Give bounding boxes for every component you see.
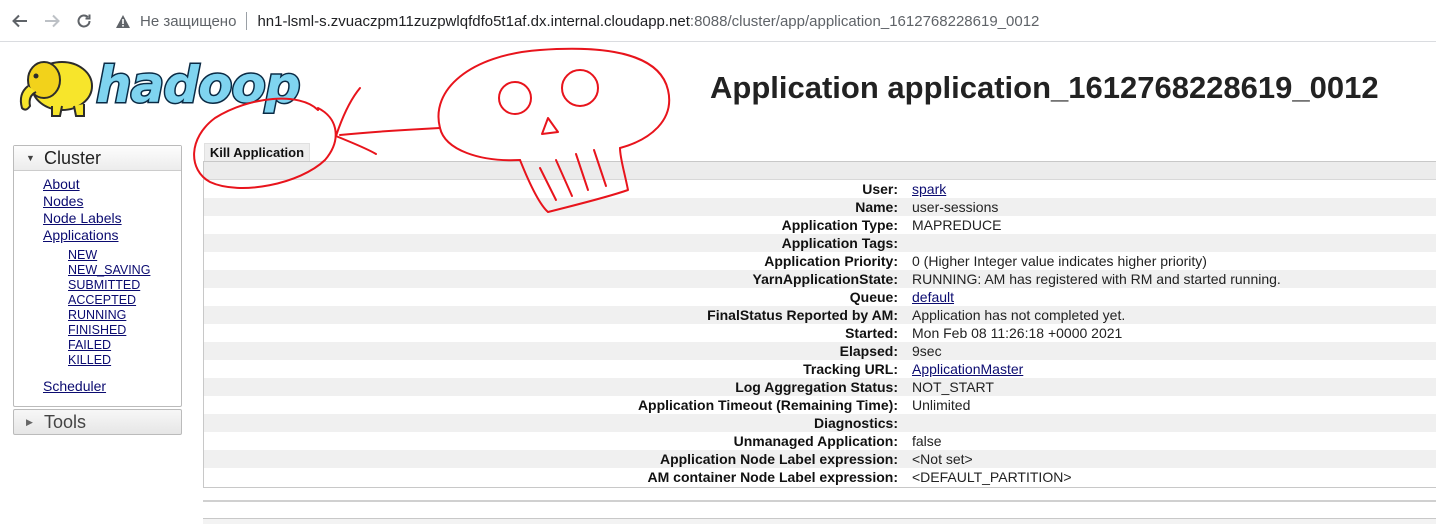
nav-node-labels[interactable]: Node Labels	[43, 210, 122, 227]
info-row: Queue: default	[204, 288, 1436, 306]
info-key: User:	[204, 180, 908, 198]
info-key: Elapsed:	[204, 342, 908, 360]
info-row: Application Tags:	[204, 234, 1436, 252]
hadoop-logo[interactable]: hadoop hadoop	[14, 50, 314, 122]
info-value: <DEFAULT_PARTITION>	[908, 468, 1436, 486]
nav-applications[interactable]: Applications	[43, 227, 119, 244]
cluster-header[interactable]: ▼ Cluster	[14, 146, 181, 171]
info-row: Started: Mon Feb 08 11:26:18 +0000 2021	[204, 324, 1436, 342]
info-row: User: spark	[204, 180, 1436, 198]
info-key: Application Node Label expression:	[204, 450, 908, 468]
info-key: Queue:	[204, 288, 908, 306]
tools-header[interactable]: ▶ Tools	[13, 409, 182, 435]
reload-button[interactable]	[72, 9, 96, 33]
info-value: 0 (Higher Integer value indicates higher…	[908, 252, 1436, 270]
info-value: NOT_START	[908, 378, 1436, 396]
info-key: Started:	[204, 324, 908, 342]
state-link-killed[interactable]: KILLED	[68, 353, 111, 368]
info-row: Application Type: MAPREDUCE	[204, 216, 1436, 234]
info-value: Unlimited	[908, 396, 1436, 414]
app-state-list: NEW NEW_SAVING SUBMITTED ACCEPTED RUNNIN…	[43, 248, 181, 368]
info-value-cell: default	[908, 288, 1436, 306]
info-value: <Not set>	[908, 450, 1436, 468]
info-key: Application Priority:	[204, 252, 908, 270]
info-row: Tracking URL: ApplicationMaster	[204, 360, 1436, 378]
info-key: Application Type:	[204, 216, 908, 234]
warning-icon[interactable]	[114, 12, 132, 30]
back-button[interactable]	[8, 9, 32, 33]
elephant-icon	[19, 61, 93, 117]
info-key: Unmanaged Application:	[204, 432, 908, 450]
url-path: :8088/cluster/app/application_1612768228…	[689, 12, 1040, 30]
info-row: Application Priority: 0 (Higher Integer v…	[204, 252, 1436, 270]
info-key: Log Aggregation Status:	[204, 378, 908, 396]
cluster-label: Cluster	[44, 147, 102, 168]
cluster-menu: ▼ Cluster About Nodes Node Labels Applic…	[13, 145, 182, 407]
info-key: Application Tags:	[204, 234, 908, 252]
info-value: RUNNING: AM has registered with RM and s…	[908, 270, 1436, 288]
info-row: YarnApplicationState: RUNNING: AM has reg…	[204, 270, 1436, 288]
info-row: Log Aggregation Status: NOT_START	[204, 378, 1436, 396]
kill-application-button[interactable]: Kill Application	[204, 143, 310, 161]
triangle-right-icon: ▶	[26, 416, 33, 427]
info-value-link[interactable]: spark	[912, 181, 946, 197]
info-row: Application Node Label expression: <Not s…	[204, 450, 1436, 468]
info-value-cell: ApplicationMaster	[908, 360, 1436, 378]
arrow-left-icon	[12, 14, 27, 28]
nav-scheduler[interactable]: Scheduler	[43, 378, 106, 395]
info-value-link[interactable]: default	[912, 289, 954, 305]
reload-icon	[77, 14, 91, 28]
info-key: Diagnostics:	[204, 414, 908, 432]
info-value: 9sec	[908, 342, 1436, 360]
next-panel-edge	[203, 518, 1436, 524]
state-link-submitted[interactable]: SUBMITTED	[68, 278, 140, 293]
url-host: hn1-lsml-s.zvuaczpm11zuzpwlqfdfo5t1af.dx…	[257, 12, 690, 30]
info-row: Application Timeout (Remaining Time): Unl…	[204, 396, 1436, 414]
state-link-accepted[interactable]: ACCEPTED	[68, 293, 136, 308]
nav-nodes[interactable]: Nodes	[43, 193, 83, 210]
info-key: AM container Node Label expression:	[204, 468, 908, 486]
application-info-table: User: spark Name: user-sessions Application …	[204, 180, 1436, 486]
address-bar[interactable]: Не защищено hn1-lsml-s.zvuaczpm11zuzpwlq…	[108, 6, 1428, 36]
info-value	[908, 414, 1436, 432]
logo-wordmark: hadoop	[96, 56, 301, 114]
forward-button[interactable]	[40, 9, 64, 33]
state-link-running[interactable]: RUNNING	[68, 308, 126, 323]
tools-label: Tools	[44, 411, 87, 432]
state-link-new-saving[interactable]: NEW_SAVING	[68, 263, 150, 278]
info-value	[908, 234, 1436, 252]
nav-about[interactable]: About	[43, 176, 80, 193]
info-value: MAPREDUCE	[908, 216, 1436, 234]
section-divider	[203, 500, 1436, 502]
info-value-cell: spark	[908, 180, 1436, 198]
application-info-panel: User: spark Name: user-sessions Application …	[203, 161, 1436, 488]
page-title: Application application_1612768228619_00…	[710, 70, 1379, 105]
info-row: Diagnostics:	[204, 414, 1436, 432]
state-link-finished[interactable]: FINISHED	[68, 323, 126, 338]
info-key: Tracking URL:	[204, 360, 908, 378]
info-key: Application Timeout (Remaining Time):	[204, 396, 908, 414]
info-key: YarnApplicationState:	[204, 270, 908, 288]
not-secure-label: Не защищено	[140, 12, 237, 30]
info-key: FinalStatus Reported by AM:	[204, 306, 908, 324]
info-key: Name:	[204, 198, 908, 216]
info-value: Application has not completed yet.	[908, 306, 1436, 324]
info-value-link[interactable]: ApplicationMaster	[912, 361, 1023, 377]
info-value: false	[908, 432, 1436, 450]
info-panel-header	[204, 162, 1436, 180]
info-value: Mon Feb 08 11:26:18 +0000 2021	[908, 324, 1436, 342]
browser-toolbar: Не защищено hn1-lsml-s.zvuaczpm11zuzpwlq…	[0, 0, 1436, 42]
info-row: AM container Node Label expression: <DEFA…	[204, 468, 1436, 486]
info-row: FinalStatus Reported by AM: Application h…	[204, 306, 1436, 324]
state-link-failed[interactable]: FAILED	[68, 338, 111, 353]
arrow-right-icon	[45, 14, 60, 28]
info-value: user-sessions	[908, 198, 1436, 216]
info-row: Name: user-sessions	[204, 198, 1436, 216]
info-row: Unmanaged Application: false	[204, 432, 1436, 450]
state-link-new[interactable]: NEW	[68, 248, 97, 263]
info-row: Elapsed: 9sec	[204, 342, 1436, 360]
triangle-down-icon: ▼	[26, 153, 35, 163]
url-divider	[246, 12, 248, 30]
